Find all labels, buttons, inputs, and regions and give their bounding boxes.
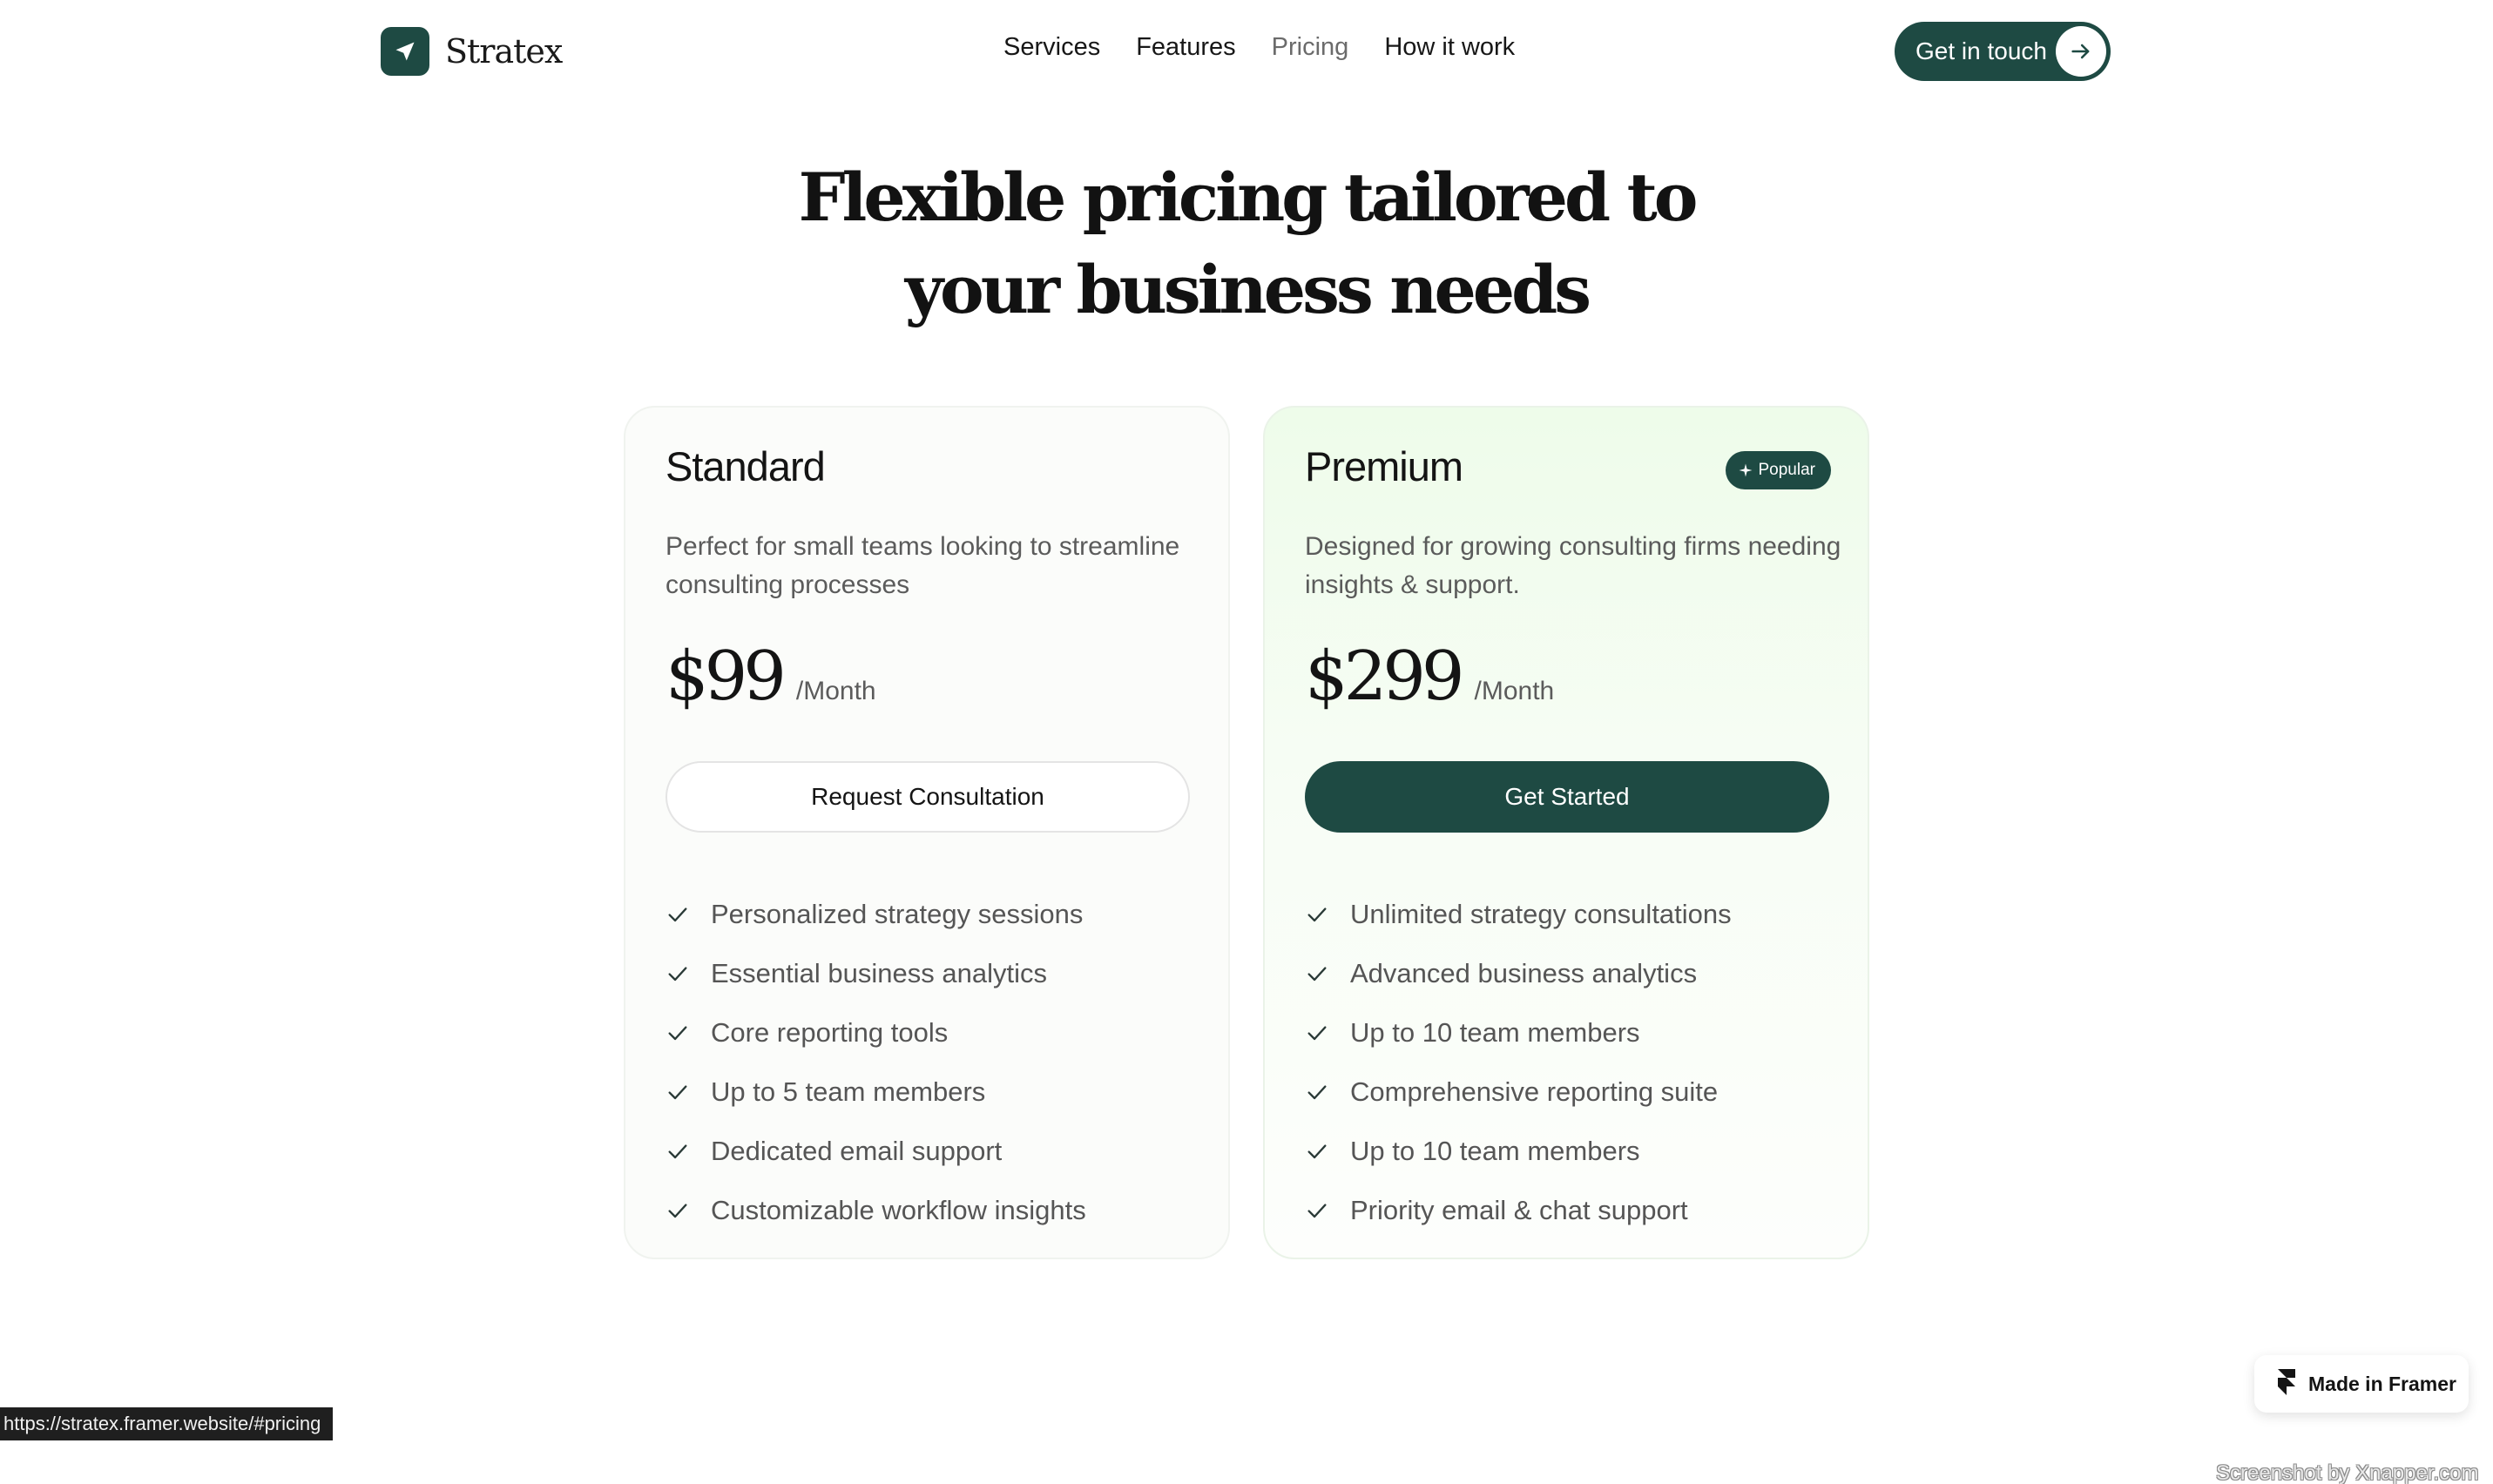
feature-text: Unlimited strategy consultations — [1350, 899, 1732, 929]
brand-logo[interactable]: Stratex — [381, 27, 563, 76]
plan-price: $99 /Month — [665, 637, 876, 716]
plan-name: Premium — [1305, 443, 1463, 489]
made-in-framer-label: Made in Framer — [2308, 1372, 2456, 1395]
nav-item-features[interactable]: Features — [1136, 33, 1235, 62]
get-in-touch-label: Get in touch — [1915, 37, 2047, 64]
screenshot-watermark: Screenshot by Xnapper.com — [2216, 1461, 2479, 1484]
pricing-card-premium: Premium Popular Designed for growing con… — [1263, 406, 1869, 1259]
feature-text: Essential business analytics — [711, 958, 1047, 988]
feature-text: Up to 10 team members — [1350, 1136, 1640, 1166]
popular-badge: Popular — [1725, 451, 1831, 489]
feature-text: Personalized strategy sessions — [711, 899, 1084, 929]
feature-item: Comprehensive reporting suite — [1305, 1062, 1732, 1122]
check-icon — [665, 1020, 692, 1046]
feature-item: Priority email & chat support — [1305, 1181, 1732, 1240]
feature-text: Core reporting tools — [711, 1017, 949, 1048]
paper-plane-icon — [381, 27, 429, 76]
feature-text: Advanced business analytics — [1350, 958, 1698, 988]
check-icon — [1305, 961, 1331, 987]
price-period: /Month — [1474, 677, 1555, 705]
feature-list: Unlimited strategy consultations Advance… — [1305, 885, 1732, 1240]
sparkle-icon — [1738, 462, 1753, 478]
pricing-card-standard: Standard Perfect for small teams looking… — [624, 406, 1230, 1259]
feature-text: Dedicated email support — [711, 1136, 1003, 1166]
page-title: Flexible pricing tailored to your busine… — [0, 152, 2493, 336]
price-amount: $99 — [665, 637, 787, 716]
check-icon — [665, 1138, 692, 1164]
feature-item: Unlimited strategy consultations — [1305, 885, 1732, 944]
request-consultation-button[interactable]: Request Consultation — [665, 761, 1190, 833]
check-icon — [1305, 1020, 1331, 1046]
page-title-line-2: your business needs — [904, 251, 1591, 328]
check-icon — [665, 1197, 692, 1224]
brand-name: Stratex — [445, 32, 563, 71]
feature-item: Core reporting tools — [665, 1003, 1086, 1062]
plan-description: Designed for growing consulting firms ne… — [1305, 532, 1841, 599]
feature-item: Dedicated email support — [665, 1122, 1086, 1181]
nav-item-pricing[interactable]: Pricing — [1272, 33, 1349, 62]
check-icon — [1305, 1079, 1331, 1105]
check-icon — [1305, 1197, 1331, 1224]
page-title-line-1: Flexible pricing tailored to — [798, 159, 1699, 236]
get-started-button[interactable]: Get Started — [1305, 761, 1829, 833]
check-icon — [665, 961, 692, 987]
feature-list: Personalized strategy sessions Essential… — [665, 885, 1086, 1240]
feature-text: Up to 10 team members — [1350, 1017, 1640, 1048]
framer-icon — [2277, 1368, 2296, 1400]
nav-item-services[interactable]: Services — [1003, 33, 1100, 62]
feature-text: Comprehensive reporting suite — [1350, 1076, 1719, 1107]
check-icon — [1305, 1138, 1331, 1164]
feature-text: Customizable workflow insights — [711, 1195, 1086, 1225]
feature-text: Priority email & chat support — [1350, 1195, 1688, 1225]
feature-item: Personalized strategy sessions — [665, 885, 1086, 944]
link-status-bar: https://stratex.framer.website/#pricing — [0, 1407, 334, 1440]
plan-description: Perfect for small teams looking to strea… — [665, 532, 1180, 599]
check-icon — [1305, 901, 1331, 928]
plan-price: $299 /Month — [1305, 637, 1554, 716]
feature-item: Customizable workflow insights — [665, 1181, 1086, 1240]
feature-text: Up to 5 team members — [711, 1076, 986, 1107]
feature-item: Up to 10 team members — [1305, 1122, 1732, 1181]
feature-item: Essential business analytics — [665, 944, 1086, 1003]
feature-item: Up to 5 team members — [665, 1062, 1086, 1122]
popular-badge-label: Popular — [1758, 461, 1816, 479]
check-icon — [665, 901, 692, 928]
check-icon — [665, 1079, 692, 1105]
nav-item-how-it-work[interactable]: How it work — [1384, 33, 1515, 62]
price-period: /Month — [795, 677, 876, 705]
feature-item: Advanced business analytics — [1305, 944, 1732, 1003]
feature-item: Up to 10 team members — [1305, 1003, 1732, 1062]
arrow-right-icon — [2056, 26, 2106, 77]
made-in-framer-badge[interactable]: Made in Framer — [2254, 1355, 2469, 1413]
price-amount: $299 — [1305, 637, 1465, 716]
main-nav: Services Features Pricing How it work — [1003, 33, 1551, 62]
plan-name: Standard — [665, 443, 826, 489]
get-in-touch-button[interactable]: Get in touch — [1895, 22, 2111, 81]
